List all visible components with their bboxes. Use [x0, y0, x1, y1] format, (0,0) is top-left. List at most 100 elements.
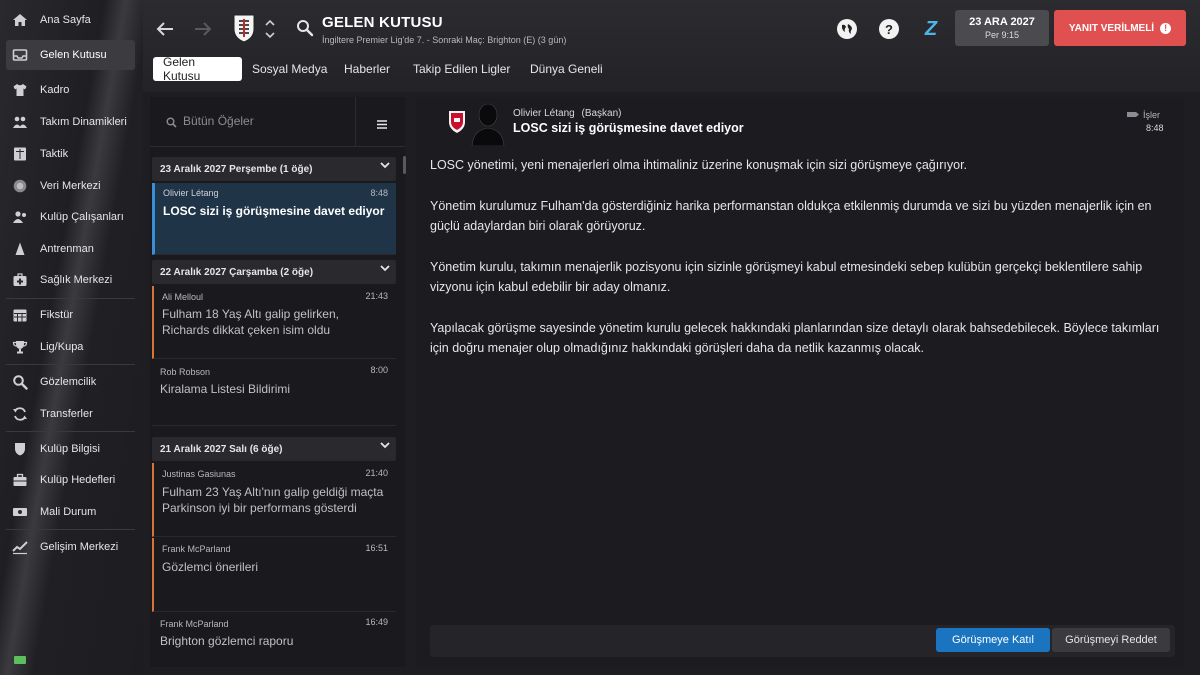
tab-inbox[interactable]: Gelen Kutusu [153, 55, 242, 83]
losc-crest-icon[interactable] [448, 110, 466, 139]
sidebar-item-finances[interactable]: Mali Durum [6, 497, 135, 527]
message-paragraph: Yönetim kurulu, takımın menajerlik pozis… [430, 260, 1143, 294]
sidebar-item-competitions[interactable]: Lig/Kupa [6, 332, 135, 362]
sidebar-item-squad[interactable]: Kadro [6, 75, 135, 105]
detail-sender[interactable]: Olivier Létang [513, 108, 575, 119]
sidebar-item-label: Sağlık Merkezi [40, 274, 113, 286]
sidebar-item-label: Gözlemcilik [40, 376, 97, 388]
status-indicator-icon[interactable] [14, 656, 26, 664]
sidebar: Ana Sayfa Gelen Kutusu Kadro Takım Dinam… [0, 0, 143, 675]
accept-interview-button[interactable]: Görüşmeye Katıl [936, 628, 1050, 652]
sidebar-item-staff[interactable]: Kulüp Çalışanları [6, 202, 135, 232]
sidebar-item-fixtures[interactable]: Fikstür [6, 300, 135, 330]
date-group-title: 21 Aralık 2027 Salı (6 öğe) [160, 443, 283, 455]
tab-news[interactable]: Haberler [334, 57, 400, 81]
sidebar-item-home[interactable]: Ana Sayfa [6, 5, 135, 35]
filter-search-icon [166, 115, 177, 133]
message-paragraph: Yapılacak görüşme sayesinde yönetim kuru… [430, 321, 1160, 355]
message-detail-panel [416, 97, 1184, 667]
message-sender: Ali Melloul [162, 292, 204, 302]
club-crest-icon[interactable] [231, 12, 257, 44]
sidebar-item-label: Kulüp Bilgisi [40, 443, 100, 455]
sidebar-item-development-centre[interactable]: Gelişim Merkezi [6, 532, 135, 562]
sidebar-item-label: Gelen Kutusu [40, 49, 107, 61]
message-subject: Brighton gözlemci raporu [160, 634, 294, 648]
sidebar-divider [6, 529, 135, 530]
search-icon[interactable] [295, 18, 315, 38]
data-hub-icon [12, 178, 28, 194]
chevron-down-icon[interactable] [380, 441, 390, 452]
sidebar-item-label: Fikstür [40, 309, 73, 321]
filter-search-input[interactable]: Bütün Öğeler [183, 114, 254, 128]
message-item[interactable]: Frank McParland 16:49 Brighton gözlemci … [152, 613, 396, 667]
message-time: 21:43 [365, 291, 388, 301]
staff-icon [12, 209, 28, 225]
page-title: GELEN KUTUSU [322, 14, 443, 31]
back-arrow-icon[interactable] [155, 19, 175, 39]
game-day-time: Per 9:15 [984, 30, 1020, 40]
alert-icon: ! [1160, 22, 1172, 34]
sidebar-item-scouting[interactable]: Gözlemcilik [6, 367, 135, 397]
sidebar-item-team-dynamics[interactable]: Takım Dinamikleri [6, 107, 135, 137]
detail-sender-line: Olivier Létang (Başkan) [513, 108, 622, 119]
sidebar-item-club-vision[interactable]: Kulüp Hedefleri [6, 465, 135, 495]
sidebar-item-label: Kadro [40, 84, 70, 96]
message-paragraph: Yönetim kurulumuz Fulham'da gösterdiğini… [430, 199, 1152, 233]
message-sender: Justinas Gasiunas [162, 469, 236, 479]
trophy-icon [12, 339, 28, 355]
message-item[interactable]: Olivier Létang 8:48 LOSC sizi iş görüşme… [152, 183, 396, 255]
date-group-header[interactable]: 21 Aralık 2027 Salı (6 öğe) [152, 437, 396, 461]
sidebar-item-data-hub[interactable]: Veri Merkezi [6, 171, 135, 201]
sidebar-item-medical[interactable]: Sağlık Merkezi [6, 265, 135, 295]
detail-time: 8:48 [1146, 123, 1164, 133]
detail-sender-role: (Başkan) [581, 108, 622, 119]
sidebar-item-club-info[interactable]: Kulüp Bilgisi [6, 434, 135, 464]
forward-arrow-icon[interactable] [193, 19, 213, 39]
team-dynamics-icon [12, 114, 28, 130]
chevron-down-icon[interactable] [380, 161, 390, 172]
sidebar-item-tactics[interactable]: Taktik [6, 139, 135, 169]
sidebar-divider [6, 298, 135, 299]
list-scrollbar[interactable] [403, 156, 406, 174]
sidebar-item-label: Transferler [40, 408, 93, 420]
sidebar-divider [6, 364, 135, 365]
sidebar-item-label: Antrenman [40, 243, 94, 255]
help-icon[interactable]: ? [879, 19, 899, 39]
message-time: 8:48 [370, 188, 388, 198]
globe-icon[interactable] [837, 19, 857, 39]
game-date: 23 ARA 2027 [969, 16, 1035, 28]
message-item[interactable]: Ali Melloul 21:43 Fulham 18 Yaş Altı gal… [152, 286, 396, 359]
training-icon [12, 241, 28, 257]
sidebar-item-label: Lig/Kupa [40, 341, 84, 353]
message-tag[interactable]: İşler [1127, 110, 1160, 120]
club-switch-chevrons-icon[interactable] [263, 17, 277, 41]
game-date-button[interactable]: 23 ARA 2027 Per 9:15 [955, 10, 1049, 46]
tab-followed-leagues[interactable]: Takip Edilen Ligler [403, 57, 520, 81]
message-item[interactable]: Rob Robson 8:00 Kiralama Listesi Bildiri… [152, 360, 396, 426]
tab-world[interactable]: Dünya Geneli [520, 57, 613, 81]
tactics-board-icon [12, 146, 28, 162]
date-group-header[interactable]: 23 Aralık 2027 Perşembe (1 öğe) [152, 157, 396, 181]
sidebar-item-transfers[interactable]: Transferler [6, 399, 135, 429]
inbox-filter-bar: Bütün Öğeler [150, 97, 405, 147]
decline-interview-button[interactable]: Görüşmeyi Reddet [1052, 628, 1170, 652]
finance-icon [12, 504, 28, 520]
sidebar-item-label: Takım Dinamikleri [40, 116, 127, 128]
message-item[interactable]: Frank McParland 16:51 Gözlemci önerileri [152, 538, 396, 612]
date-group-title: 22 Aralık 2027 Çarşamba (2 öğe) [160, 266, 314, 278]
z-logo-icon[interactable]: Z [920, 17, 942, 41]
tab-social-media[interactable]: Sosyal Medya [242, 57, 337, 81]
filter-divider [355, 97, 356, 147]
sidebar-item-training[interactable]: Antrenman [6, 234, 135, 264]
reply-required-button[interactable]: YANIT VERİLMELİ ! [1054, 10, 1186, 46]
scouting-icon [12, 374, 28, 390]
club-shield-icon [12, 441, 28, 457]
date-group-header[interactable]: 22 Aralık 2027 Çarşamba (2 öğe) [152, 260, 396, 284]
message-item[interactable]: Justinas Gasiunas 21:40 Fulham 23 Yaş Al… [152, 463, 396, 537]
sidebar-item-inbox[interactable]: Gelen Kutusu [6, 40, 135, 70]
message-time: 16:49 [365, 617, 388, 627]
chevron-down-icon[interactable] [380, 264, 390, 275]
menu-lines-icon[interactable] [377, 116, 387, 134]
sender-avatar[interactable] [470, 100, 506, 151]
development-icon [12, 539, 28, 555]
